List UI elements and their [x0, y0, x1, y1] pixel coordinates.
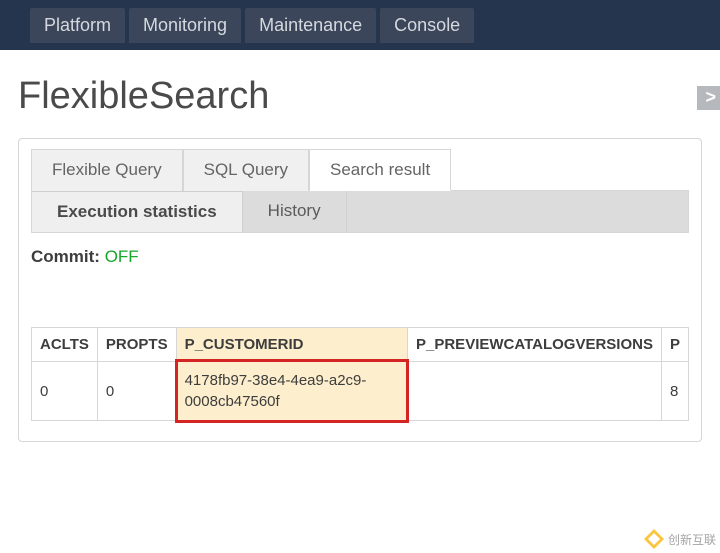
primary-tabs: Flexible Query SQL Query Search result	[31, 149, 689, 191]
cell-propts: 0	[97, 362, 176, 421]
tab-sql-query[interactable]: SQL Query	[183, 149, 309, 191]
col-propts: PROPTS	[97, 328, 176, 362]
cell-p: 8	[661, 362, 688, 421]
watermark: 创新互联	[644, 529, 716, 549]
cell-aclts: 0	[32, 362, 98, 421]
col-p-customerid: P_CUSTOMERID	[176, 328, 407, 362]
commit-label: Commit:	[31, 247, 100, 266]
watermark-text: 创新互联	[668, 531, 716, 548]
col-p-previewcatalogversions: P_PREVIEWCATALOGVERSIONS	[408, 328, 662, 362]
nav-tab-platform[interactable]: Platform	[30, 8, 125, 43]
cell-p-customerid-value: 4178fb97-38e4-4ea9-a2c9-0008cb47560f	[185, 372, 367, 410]
forward-arrow-button[interactable]: >	[697, 86, 720, 110]
tab-search-result[interactable]: Search result	[309, 149, 451, 191]
watermark-logo-icon	[644, 529, 664, 549]
cell-p-customerid: 4178fb97-38e4-4ea9-a2c9-0008cb47560f	[176, 362, 407, 421]
results-table: ACLTS PROPTS P_CUSTOMERID P_PREVIEWCATAL…	[31, 327, 689, 421]
table-row: 0 0 4178fb97-38e4-4ea9-a2c9-0008cb47560f…	[32, 362, 689, 421]
secondary-tabs: Execution statistics History	[31, 191, 689, 233]
cell-p-previewcatalogversions	[408, 362, 662, 421]
commit-value: OFF	[105, 247, 139, 266]
page-title: FlexibleSearch	[18, 75, 702, 118]
commit-status: Commit: OFF	[31, 247, 689, 277]
subtab-history[interactable]: History	[243, 191, 347, 232]
nav-tab-console[interactable]: Console	[380, 8, 474, 43]
main-card: Flexible Query SQL Query Search result E…	[18, 138, 702, 442]
nav-tab-maintenance[interactable]: Maintenance	[245, 8, 376, 43]
highlight-box-icon	[175, 359, 409, 423]
subtab-execution-statistics[interactable]: Execution statistics	[32, 191, 243, 232]
table-header-row: ACLTS PROPTS P_CUSTOMERID P_PREVIEWCATAL…	[32, 328, 689, 362]
tab-flexible-query[interactable]: Flexible Query	[31, 149, 183, 191]
top-nav: Platform Monitoring Maintenance Console	[0, 0, 720, 43]
col-aclts: ACLTS	[32, 328, 98, 362]
col-p: P	[661, 328, 688, 362]
nav-tab-monitoring[interactable]: Monitoring	[129, 8, 241, 43]
